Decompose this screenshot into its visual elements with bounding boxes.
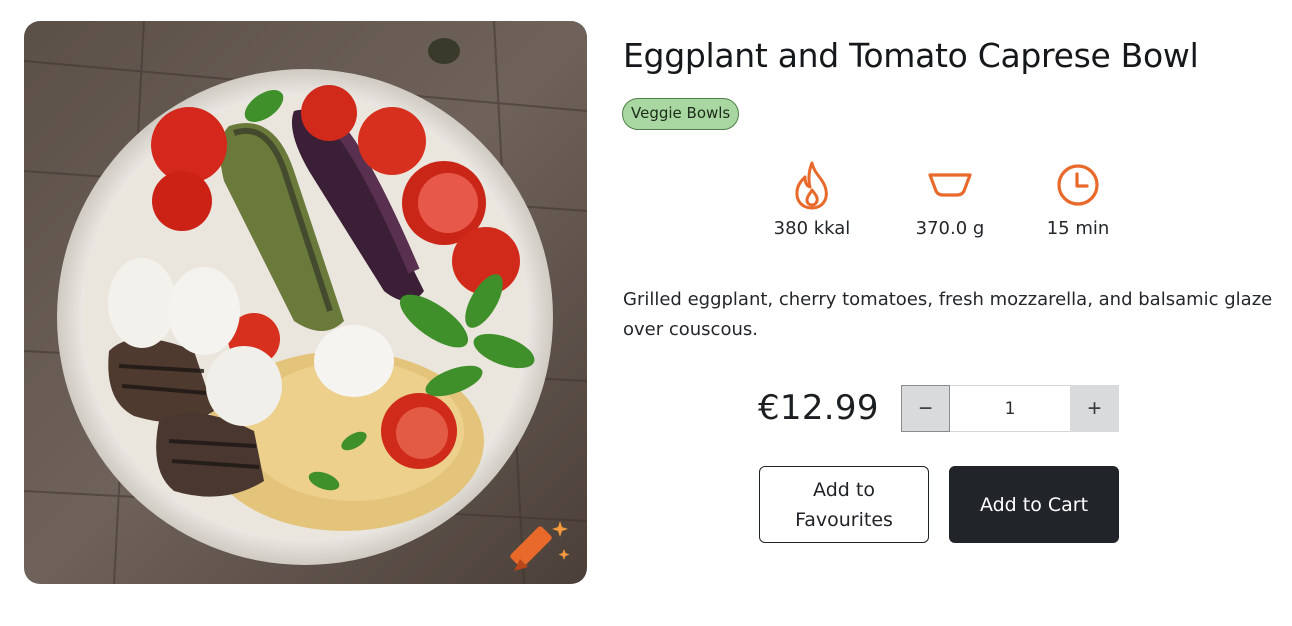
clock-icon xyxy=(1057,164,1099,206)
add-to-favourites-button[interactable]: Add to Favourites xyxy=(759,466,929,543)
flame-icon xyxy=(795,161,828,210)
stat-calories: 380 kkal xyxy=(742,158,882,239)
quantity-increase-button[interactable]: + xyxy=(1070,385,1119,432)
product-description: Grilled eggplant, cherry tomatoes, fresh… xyxy=(623,289,1273,340)
weight-value: 370.0 g xyxy=(915,218,985,239)
quantity-input[interactable] xyxy=(950,385,1070,432)
bowl-icon xyxy=(928,173,972,197)
time-value: 15 min xyxy=(1046,218,1110,239)
stat-weight: 370.0 g xyxy=(880,158,1020,239)
add-to-cart-button[interactable]: Add to Cart xyxy=(949,466,1119,543)
quantity-stepper: − + xyxy=(901,385,1119,432)
category-badge: Veggie Bowls xyxy=(622,98,740,130)
calories-value: 380 kkal xyxy=(773,218,851,239)
product-image xyxy=(24,21,587,584)
quantity-decrease-button[interactable]: − xyxy=(901,385,950,432)
stat-time: 15 min xyxy=(1008,158,1148,239)
product-title: Eggplant and Tomato Caprese Bowl xyxy=(623,36,1199,75)
product-price: €12.99 xyxy=(758,388,879,428)
